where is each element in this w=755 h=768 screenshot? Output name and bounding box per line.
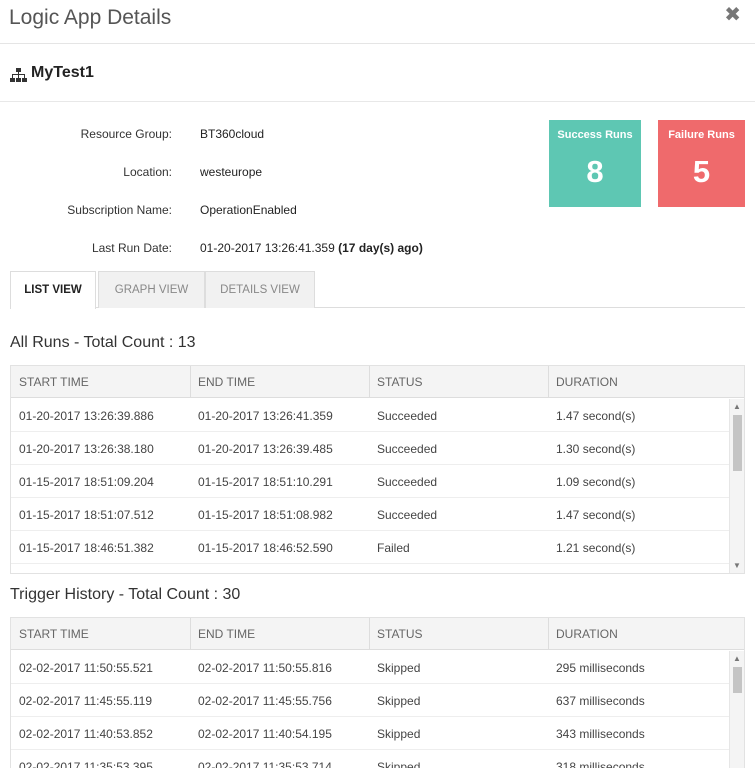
failure-runs-tile: Failure Runs 5 [658, 120, 745, 207]
tab-list-view[interactable]: LIST VIEW [10, 271, 96, 309]
cell-duration: 1.47 second(s) [556, 409, 636, 423]
close-icon[interactable]: ✖ [724, 5, 741, 25]
cell-end-time: 01-15-2017 18:51:08.982 [198, 508, 333, 522]
detail-location: Location: westeurope [0, 165, 540, 185]
runs-col-status[interactable]: STATUS [377, 375, 423, 389]
table-row[interactable]: 02-02-2017 11:40:53.852 02-02-2017 11:40… [11, 717, 729, 750]
success-runs-count: 8 [586, 154, 604, 189]
cell-start-time: 01-20-2017 13:26:39.886 [19, 409, 154, 423]
cell-end-time: 01-15-2017 18:46:52.590 [198, 541, 333, 555]
scroll-thumb[interactable] [733, 415, 742, 471]
app-name-row: MyTest1 [0, 44, 755, 102]
cell-start-time: 02-02-2017 11:35:53.395 [19, 760, 153, 768]
cell-duration: 1.09 second(s) [556, 475, 636, 489]
cell-status: Failed [377, 541, 410, 555]
runs-section-title: All Runs - Total Count : 13 [10, 334, 196, 351]
table-row[interactable]: 02-02-2017 11:45:55.119 02-02-2017 11:45… [11, 684, 729, 717]
cell-start-time: 01-15-2017 18:51:07.512 [19, 508, 154, 522]
runs-col-duration[interactable]: DURATION [556, 375, 618, 389]
cell-end-time: 02-02-2017 11:40:54.195 [198, 727, 332, 741]
detail-subscription: Subscription Name: OperationEnabled [0, 203, 540, 223]
runs-col-end-time[interactable]: END TIME [198, 375, 255, 389]
tab-graph-view[interactable]: GRAPH VIEW [98, 271, 205, 308]
scroll-up-icon[interactable]: ▲ [733, 402, 741, 411]
cell-status: Skipped [377, 760, 421, 768]
sitemap-icon [10, 68, 27, 82]
cell-status: Succeeded [377, 442, 438, 456]
cell-start-time: 01-15-2017 18:46:51.382 [19, 541, 154, 555]
cell-status: Skipped [377, 661, 421, 675]
cell-duration: 1.47 second(s) [556, 508, 636, 522]
runs-grid-header: START TIME END TIME STATUS DURATION [11, 366, 744, 398]
runs-grid: START TIME END TIME STATUS DURATION 01-2… [10, 365, 745, 574]
detail-last-run: Last Run Date: 01-20-2017 13:26:41.359 (… [0, 241, 540, 261]
last-run-label: Last Run Date: [91, 241, 172, 255]
cell-status: Skipped [377, 727, 421, 741]
table-row[interactable]: 01-15-2017 18:51:07.512 01-15-2017 18:51… [11, 498, 729, 531]
cell-duration: 318 milliseconds [556, 760, 645, 768]
table-row[interactable]: 01-15-2017 18:51:09.204 01-15-2017 18:51… [11, 465, 729, 498]
triggers-grid-header: START TIME END TIME STATUS DURATION [11, 618, 744, 650]
cell-end-time: 01-20-2017 13:26:41.359 [198, 409, 333, 423]
cell-duration: 295 milliseconds [556, 661, 645, 675]
view-tabs: LIST VIEW GRAPH VIEW DETAILS VIEW [10, 271, 745, 309]
cell-duration: 1.30 second(s) [556, 442, 636, 456]
scroll-down-icon[interactable]: ▼ [733, 561, 741, 570]
cell-end-time: 01-20-2017 13:26:39.485 [198, 442, 333, 456]
cell-start-time: 01-15-2017 18:51:09.204 [19, 475, 154, 489]
failure-runs-count: 5 [692, 154, 711, 189]
triggers-col-status[interactable]: STATUS [377, 627, 423, 641]
table-row[interactable]: 01-20-2017 13:26:38.180 01-20-2017 13:26… [11, 432, 729, 465]
table-row[interactable]: 02-02-2017 11:35:53.395 02-02-2017 11:35… [11, 750, 729, 768]
cell-end-time: 02-02-2017 11:50:55.816 [198, 661, 332, 675]
dialog-header: Logic App Details ✖ [0, 0, 755, 44]
dialog-title: Logic App Details [9, 6, 172, 29]
cell-duration: 637 milliseconds [556, 694, 645, 708]
triggers-col-duration[interactable]: DURATION [556, 627, 618, 641]
tab-details-view[interactable]: DETAILS VIEW [205, 271, 315, 308]
success-runs-tile: Success Runs 8 [549, 120, 641, 207]
cell-end-time: 02-02-2017 11:35:53.714 [198, 760, 332, 768]
cell-status: Skipped [377, 694, 421, 708]
cell-duration: 1.21 second(s) [556, 541, 636, 555]
last-run-ago: (17 day(s) ago) [338, 241, 423, 255]
location-label: Location: [123, 165, 172, 179]
last-run-value: 01-20-2017 13:26:41.359 [200, 241, 335, 255]
app-name: MyTest1 [31, 64, 94, 81]
cell-start-time: 02-02-2017 11:50:55.521 [19, 661, 153, 675]
cell-start-time: 01-20-2017 13:26:38.180 [19, 442, 154, 456]
cell-start-time: 02-02-2017 11:45:55.119 [19, 694, 153, 708]
table-row[interactable]: 01-15-2017 18:46:51.382 01-15-2017 18:46… [11, 531, 729, 564]
subscription-label: Subscription Name: [67, 203, 172, 217]
cell-end-time: 01-15-2017 18:51:10.291 [198, 475, 333, 489]
cell-duration: 343 milliseconds [556, 727, 645, 741]
table-row[interactable]: 02-02-2017 11:50:55.521 02-02-2017 11:50… [11, 651, 729, 684]
triggers-grid: START TIME END TIME STATUS DURATION 02-0… [10, 617, 745, 768]
triggers-scrollbar[interactable]: ▲ [729, 651, 744, 768]
cell-end-time: 02-02-2017 11:45:55.756 [198, 694, 332, 708]
cell-status: Succeeded [377, 409, 438, 423]
triggers-col-start-time[interactable]: START TIME [19, 627, 89, 641]
location-value: westeurope [200, 165, 263, 179]
scroll-thumb[interactable] [733, 667, 742, 693]
detail-resource-group: Resource Group: BT360cloud [0, 127, 540, 147]
runs-scrollbar[interactable]: ▲ ▼ [729, 399, 744, 573]
triggers-section-title: Trigger History - Total Count : 30 [10, 586, 241, 603]
triggers-col-end-time[interactable]: END TIME [198, 627, 255, 641]
cell-status: Succeeded [377, 475, 438, 489]
resource-group-label: Resource Group: [80, 127, 172, 141]
subscription-value: OperationEnabled [200, 203, 297, 217]
cell-status: Succeeded [377, 508, 438, 522]
success-runs-label: Success Runs [557, 129, 633, 141]
resource-group-value: BT360cloud [200, 127, 265, 141]
scroll-up-icon[interactable]: ▲ [733, 654, 741, 663]
last-run-value-wrap: 01-20-2017 13:26:41.359 (17 day(s) ago) [200, 241, 423, 255]
table-row[interactable]: 01-20-2017 13:26:39.886 01-20-2017 13:26… [11, 399, 729, 432]
cell-start-time: 02-02-2017 11:40:53.852 [19, 727, 153, 741]
runs-col-start-time[interactable]: START TIME [19, 375, 89, 389]
failure-runs-label: Failure Runs [668, 129, 735, 141]
